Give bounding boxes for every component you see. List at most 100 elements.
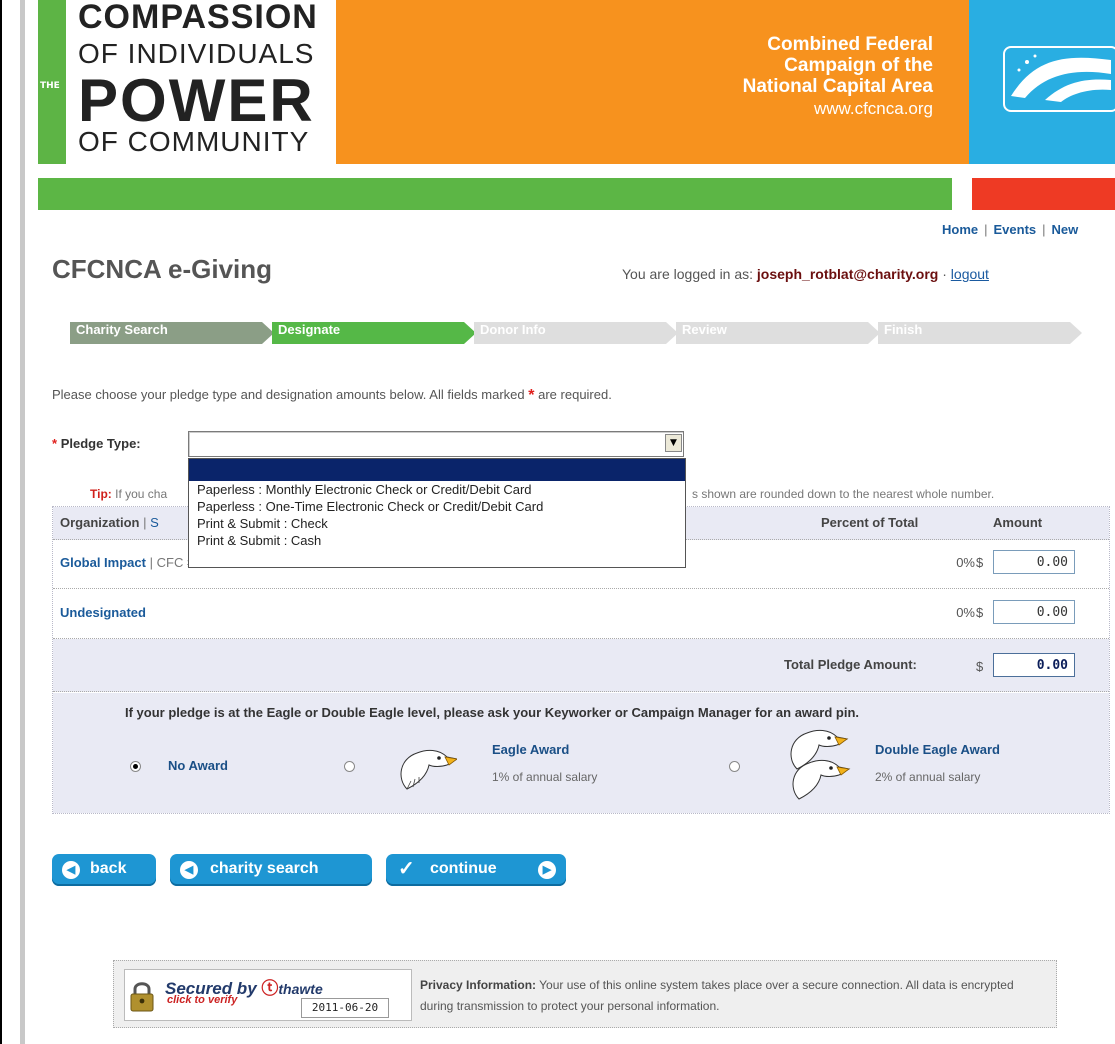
radio-eagle-award[interactable] bbox=[344, 761, 355, 772]
col-organization-label: Organization bbox=[60, 515, 140, 530]
thawte-brand: thawte bbox=[278, 981, 323, 997]
pledge-type-label-text: Pledge Type: bbox=[60, 436, 141, 451]
logo-line-community: OF COMMUNITY bbox=[78, 126, 310, 157]
campaign-title-line: Combined Federal bbox=[767, 34, 933, 55]
step-finish: Finish bbox=[878, 322, 1082, 344]
user-email: joseph_rotblat@charity.org bbox=[756, 266, 939, 282]
col-percent: Percent of Total bbox=[821, 515, 919, 530]
eagle-award-sub: 1% of annual salary bbox=[492, 770, 598, 784]
cfc-logo-panel bbox=[969, 0, 1115, 164]
campaign-title-line: Campaign of the bbox=[784, 55, 933, 76]
tip-text: Tip: If you cha bbox=[90, 487, 167, 501]
logged-in-label: You are logged in as: bbox=[622, 266, 754, 282]
eagle-icon bbox=[400, 749, 457, 790]
logo-line-power: POWER bbox=[78, 67, 315, 134]
radio-no-award[interactable] bbox=[130, 761, 141, 772]
thawte-brand-icon: ⓣ bbox=[261, 979, 279, 998]
back-button-label: back bbox=[90, 860, 127, 877]
nav-separator: | bbox=[1042, 222, 1046, 237]
amount-input[interactable]: 0.00 bbox=[993, 550, 1075, 574]
instructions: Please choose your pledge type and desig… bbox=[52, 387, 612, 405]
eagle-award-label[interactable]: Eagle Award bbox=[492, 742, 569, 757]
nav-home[interactable]: Home bbox=[942, 222, 978, 237]
privacy-info: Privacy Information: Your use of this on… bbox=[420, 975, 1050, 1017]
col-partial-link[interactable]: S bbox=[150, 515, 159, 530]
no-award-label[interactable]: No Award bbox=[168, 758, 228, 773]
progress-steps: Charity Search Designate Donor Info Revi… bbox=[70, 322, 1082, 346]
award-notice: If your pledge is at the Eagle or Double… bbox=[125, 705, 859, 720]
continue-button[interactable]: ✓ continue ▶ bbox=[386, 854, 566, 886]
logo-the: THE bbox=[40, 81, 60, 91]
step-donor-info: Donor Info bbox=[474, 322, 678, 344]
percent-value: 0% bbox=[956, 555, 975, 570]
amount-input[interactable]: 0.00 bbox=[993, 600, 1075, 624]
step-designate: Designate bbox=[272, 322, 476, 344]
security-footer: Secured by ⓣthawte click to verify 2011-… bbox=[113, 960, 1057, 1028]
click-to-verify[interactable]: click to verify bbox=[167, 994, 237, 1006]
total-amount: 0.00 bbox=[993, 653, 1075, 677]
thawte-date: 2011-06-20 bbox=[301, 998, 389, 1018]
privacy-label: Privacy Information: bbox=[420, 978, 537, 992]
col-organization: Organization | S bbox=[60, 515, 159, 530]
window-scroll-track bbox=[20, 0, 25, 1044]
step-charity-search[interactable]: Charity Search bbox=[70, 322, 274, 344]
login-status: You are logged in as: joseph_rotblat@cha… bbox=[622, 266, 989, 282]
site-banner: THE COMPASSION OF INDIVIDUALS POWER OF C… bbox=[38, 0, 1115, 210]
thawte-seal[interactable]: Secured by ⓣthawte click to verify 2011-… bbox=[124, 969, 412, 1021]
back-arrow-icon: ◀ bbox=[180, 861, 198, 879]
instructions-text: Please choose your pledge type and desig… bbox=[52, 387, 525, 402]
back-arrow-icon: ◀ bbox=[62, 861, 80, 879]
logout-separator: · bbox=[942, 266, 947, 282]
org-separator: | bbox=[149, 555, 153, 570]
campaign-title-line: National Capital Area bbox=[742, 76, 933, 97]
currency-symbol: $ bbox=[976, 555, 984, 570]
dropdown-option[interactable]: Paperless : Monthly Electronic Check or … bbox=[189, 481, 685, 498]
double-eagle-icon bbox=[790, 729, 851, 800]
continue-label: continue bbox=[430, 860, 497, 877]
radio-double-eagle-award[interactable] bbox=[729, 761, 740, 772]
page-title: CFCNCA e-Giving bbox=[52, 254, 273, 284]
pledge-type-dropdown[interactable]: Paperless : Monthly Electronic Check or … bbox=[188, 458, 686, 568]
double-eagle-award-label[interactable]: Double Eagle Award bbox=[875, 742, 1000, 757]
col-amount: Amount bbox=[993, 515, 1043, 530]
table-row: Undesignated 0% $ 0.00 bbox=[53, 590, 1109, 639]
currency-symbol: $ bbox=[976, 605, 984, 620]
nav-separator: | bbox=[984, 222, 988, 237]
tip-text-right: s shown are rounded down to the nearest … bbox=[692, 487, 995, 501]
instructions-text-end: are required. bbox=[538, 387, 612, 402]
top-nav: Home | Events | New bbox=[942, 222, 1078, 237]
dropdown-arrow-icon[interactable]: ▼ bbox=[665, 434, 682, 452]
logout-link[interactable]: logout bbox=[951, 266, 989, 282]
campaign-header: Combined Federal Campaign of the National … bbox=[336, 0, 969, 164]
banner-green-bar bbox=[38, 178, 952, 210]
total-label: Total Pledge Amount: bbox=[784, 657, 917, 672]
dropdown-option[interactable]: Print & Submit : Cash bbox=[189, 532, 685, 549]
forward-arrow-icon: ▶ bbox=[538, 861, 556, 879]
nav-news[interactable]: New bbox=[1052, 222, 1079, 237]
nav-events[interactable]: Events bbox=[994, 222, 1037, 237]
required-asterisk: * bbox=[528, 387, 535, 404]
award-section: If your pledge is at the Eagle or Double… bbox=[53, 693, 1109, 813]
org-link-undesignated[interactable]: Undesignated bbox=[60, 605, 146, 620]
window-border bbox=[0, 0, 11, 1044]
campaign-url: www.cfcnca.org bbox=[813, 99, 933, 118]
total-row: Total Pledge Amount: $ 0.00 bbox=[53, 639, 1109, 692]
pledge-type-label: * Pledge Type: bbox=[52, 436, 141, 451]
back-button[interactable]: ◀ back bbox=[52, 854, 156, 886]
org-link-global-impact[interactable]: Global Impact bbox=[60, 555, 146, 570]
cfc-logo bbox=[1003, 46, 1115, 112]
required-asterisk: * bbox=[52, 436, 58, 451]
double-eagle-award-sub: 2% of annual salary bbox=[875, 770, 981, 784]
tip-label: Tip: bbox=[90, 487, 112, 501]
percent-value: 0% bbox=[956, 605, 975, 620]
dropdown-option-blank[interactable] bbox=[189, 459, 685, 481]
pledge-type-select[interactable]: ▼ bbox=[188, 431, 684, 457]
charity-search-button[interactable]: ◀ charity search bbox=[170, 854, 372, 886]
charity-search-label: charity search bbox=[210, 860, 319, 877]
campaign-title: Combined Federal Campaign of the National … bbox=[743, 34, 933, 97]
dropdown-option[interactable]: Paperless : One-Time Electronic Check or… bbox=[189, 498, 685, 515]
cfc-logo-icon bbox=[1011, 54, 1111, 102]
dropdown-option[interactable]: Print & Submit : Check bbox=[189, 515, 685, 532]
lock-icon bbox=[130, 982, 154, 1012]
power-of-community-logo: THE COMPASSION OF INDIVIDUALS POWER OF C… bbox=[38, 0, 336, 164]
